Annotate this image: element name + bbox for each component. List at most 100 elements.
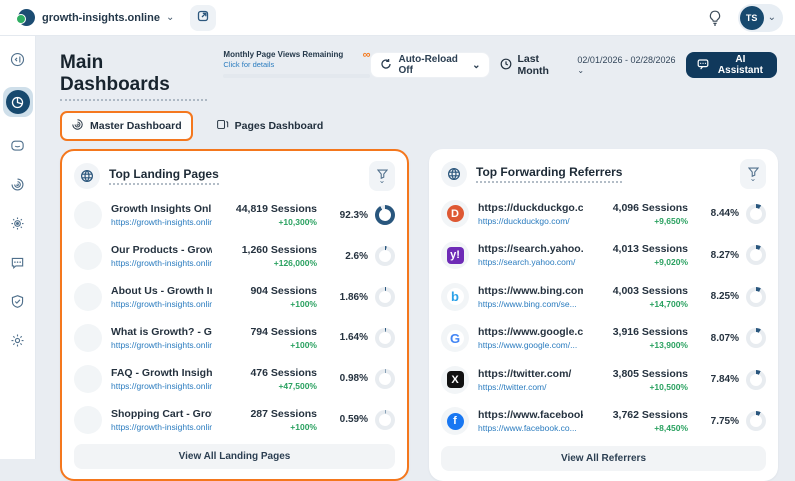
favicon-chip: b [441,282,469,311]
auto-reload-dropdown[interactable]: Auto-Reload Off ⌄ [370,52,491,78]
table-row[interactable]: What is Growth? - Growth Insight... http… [74,319,395,357]
period-label: Last Month [517,53,549,77]
row-title-link[interactable]: Our Products - Growth Insights O... [111,244,212,256]
favicon-chip [74,364,102,393]
filter-button[interactable]: ⌄ [740,159,766,189]
table-row[interactable]: Shopping Cart - Growth Insights ... http… [74,401,395,439]
tab-master-label: Master Dashboard [90,120,182,132]
sidebar-item-conversion[interactable] [7,212,29,234]
table-row[interactable]: G https://www.google.com... https://www.… [441,319,766,357]
period-selector[interactable]: Last Month [500,53,567,77]
lightbulb-icon[interactable] [704,7,726,29]
dashboard-tabs: Master Dashboard Pages Dashboard [60,111,777,141]
yahoo-favicon: y! [446,246,464,264]
table-row[interactable]: Growth Insights Online - Growth I... htt… [74,196,395,234]
sidebar-item-feedback[interactable] [7,251,29,273]
row-url-link[interactable]: https://search.yahoo.com/ [478,257,583,267]
sessions-delta: +8,450% [654,423,688,434]
row-title-link[interactable]: https://twitter.com/ [478,368,583,380]
table-row[interactable]: X https://twitter.com/ https://twitter.c… [441,361,766,399]
tab-master-dashboard[interactable]: Master Dashboard [60,111,193,141]
favicon-chip [74,201,102,230]
row-url-link[interactable]: https://www.bing.com/se... [478,299,583,309]
sessions-count: 4,003 Sessions [612,284,688,297]
row-title-link[interactable]: Growth Insights Online - Growth I... [111,203,212,215]
row-url-link[interactable]: https://growth-insights.online/our-... [111,258,212,268]
favicon-chip: X [441,365,469,394]
sidebar-item-recordings[interactable] [7,134,29,156]
chevron-down-icon: ⌄ [577,66,585,75]
view-all-landing-pages-button[interactable]: View All Landing Pages [74,444,395,469]
chevron-down-icon[interactable]: ⌄ [166,12,174,23]
share-percent: 1.86% [339,291,368,303]
ai-assistant-button[interactable]: AI Assistant [685,52,777,78]
sidebar-item-seo[interactable] [7,290,29,312]
bing-favicon: b [446,288,464,306]
row-url-link[interactable]: https://duckduckgo.com/ [478,216,583,226]
row-title-link[interactable]: FAQ - Growth Insights Online [111,367,212,379]
site-selector-label[interactable]: growth-insights.online [42,12,160,24]
sidebar-item-heatmaps[interactable] [7,173,29,195]
sessions-count: 1,260 Sessions [241,244,317,257]
row-url-link[interactable]: https://growth-insights.online [111,217,212,227]
row-title-link[interactable]: https://www.facebook.c... [478,409,583,421]
table-row[interactable]: f https://www.facebook.c... https://www.… [441,402,766,440]
tab-pages-label: Pages Dashboard [234,120,324,132]
click-for-details-link[interactable]: Click for details [223,60,343,69]
share-percent: 1.64% [339,332,368,344]
sessions-count: 4,096 Sessions [612,201,688,214]
sessions-delta: +100% [290,339,317,350]
page-views-remaining: Monthly Page Views Remaining Click for d… [223,50,371,78]
sessions-count: 287 Sessions [250,407,317,420]
filter-button[interactable]: ⌄ [369,161,395,191]
row-title-link[interactable]: What is Growth? - Growth Insight... [111,326,212,338]
referrers-list: D https://duckduckgo.com/ https://duckdu… [441,193,766,442]
sessions-count: 3,916 Sessions [612,326,688,339]
sessions-delta: +10,500% [649,381,688,392]
favicon-chip [74,405,102,434]
sessions-delta: +10,300% [278,217,317,228]
user-menu[interactable]: TS ⌄ [737,3,783,32]
sidebar-item-settings[interactable] [7,329,29,351]
table-row[interactable]: Our Products - Growth Insights O... http… [74,237,395,275]
row-title-link[interactable]: https://www.google.com... [478,326,583,338]
ai-assistant-label: AI Assistant [717,54,763,76]
favicon-chip: D [441,199,469,228]
donut-chart [375,409,395,430]
sessions-count: 3,805 Sessions [612,367,688,380]
tab-pages-dashboard[interactable]: Pages Dashboard [207,113,333,139]
date-range-picker[interactable]: 02/01/2026 - 02/28/2026 ⌄ [577,55,675,75]
row-title-link[interactable]: About Us - Growth Insights Online [111,285,212,297]
donut-chart [375,327,395,348]
table-row[interactable]: FAQ - Growth Insights Online https://gro… [74,360,395,398]
row-title-link[interactable]: https://www.bing.com/s... [478,285,583,297]
sessions-count: 4,013 Sessions [612,243,688,256]
row-url-link[interactable]: https://www.google.com/... [478,340,583,350]
table-row[interactable]: b https://www.bing.com/s... https://www.… [441,278,766,316]
share-percent: 7.75% [710,415,739,427]
open-site-button[interactable] [190,4,217,31]
table-row[interactable]: y! https://search.yahoo.com/ https://sea… [441,236,766,274]
table-row[interactable]: About Us - Growth Insights Online https:… [74,278,395,316]
sidebar-item-dashboards[interactable] [2,87,33,117]
row-title-link[interactable]: https://duckduckgo.com/ [478,202,583,214]
row-url-link[interactable]: https://twitter.com/ [478,382,583,392]
top-landing-pages-card: Top Landing Pages ⌄ Growth Insights Onli… [60,149,409,481]
row-title-link[interactable]: https://search.yahoo.com/ [478,243,583,255]
row-url-link[interactable]: https://www.facebook.co... [478,423,583,433]
sidebar-collapse-icon[interactable] [7,48,29,70]
share-percent: 0.98% [339,373,368,385]
favicon [80,289,97,306]
sessions-count: 476 Sessions [250,366,317,379]
refresh-icon [380,58,392,73]
share-percent: 8.25% [710,291,739,303]
table-row[interactable]: D https://duckduckgo.com/ https://duckdu… [441,195,766,233]
row-title-link[interactable]: Shopping Cart - Growth Insights ... [111,408,212,420]
row-url-link[interactable]: https://growth-insights.online/wha... [111,340,212,350]
row-url-link[interactable]: https://growth-insights.online/our-... [111,422,212,432]
share-percent: 8.07% [710,332,739,344]
row-url-link[interactable]: https://growth-insights.online/faq [111,381,212,391]
donut-chart [746,245,766,266]
row-url-link[interactable]: https://growth-insights.online/abo... [111,299,212,309]
page-title: Main Dashboards [60,52,208,101]
